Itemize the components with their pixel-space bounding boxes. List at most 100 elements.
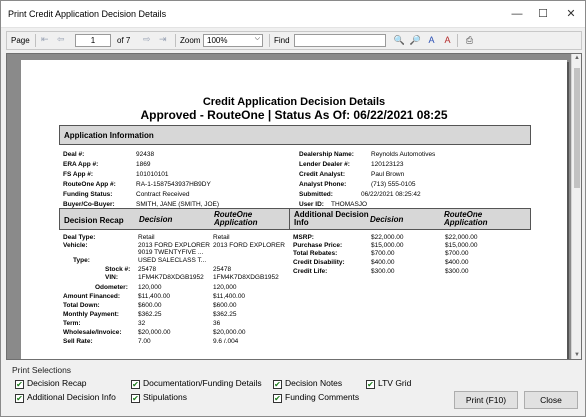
zoom-select[interactable]: 100% ⌵ xyxy=(203,34,263,47)
column-header-routeone: RouteOne Application xyxy=(214,210,258,227)
last-page-icon[interactable]: ⇥ xyxy=(159,34,167,45)
checkbox-label: Decision Notes xyxy=(285,378,343,388)
field-value: Reynolds Automotives xyxy=(371,151,436,158)
addl-routeone-value: $22,000.00 xyxy=(445,234,478,241)
field-label: Dealership Name: xyxy=(299,151,354,158)
recap-decision-value: 120,000 xyxy=(138,284,162,291)
highlight-clear-icon[interactable]: A xyxy=(441,34,454,47)
field-label: Deal #: xyxy=(63,151,85,158)
report-viewer[interactable]: ▲ ▼ Credit Application Decision Details … xyxy=(6,53,582,360)
field-value: 120123123 xyxy=(371,161,404,168)
application-information-header: Application Information xyxy=(59,125,531,145)
field-value: 06/22/2021 08:25:42 xyxy=(361,191,421,198)
print-button[interactable]: Print (F10) xyxy=(454,391,518,409)
recap-decision-value: Retail xyxy=(138,234,155,241)
first-page-icon[interactable]: ⇤ xyxy=(41,34,49,45)
print-option-checkbox[interactable]: ✔ LTV Grid xyxy=(366,378,411,389)
print-option-checkbox[interactable]: ✔ Documentation/Funding Details xyxy=(131,378,262,389)
checkbox-box[interactable]: ✔ xyxy=(15,394,24,403)
print-icon[interactable]: ⎙ xyxy=(463,34,476,47)
addl-routeone-value: $400.00 xyxy=(445,259,469,266)
recap-label: Odometer: xyxy=(95,284,128,291)
print-option-checkbox[interactable]: ✔ Decision Recap xyxy=(15,378,87,389)
checkbox-label: Stipulations xyxy=(143,392,187,402)
field-label: Buyer/Co-Buyer: xyxy=(63,201,115,208)
next-page-icon[interactable]: ⇨ xyxy=(143,34,151,45)
print-option-checkbox[interactable]: ✔ Decision Notes xyxy=(273,378,342,389)
zoom-value: 100% xyxy=(207,36,228,45)
column-header-routeone: RouteOne Application xyxy=(444,210,488,227)
section-title: Additional Decision Info xyxy=(294,210,369,227)
print-option-checkbox[interactable]: ✔ Funding Comments xyxy=(273,392,359,403)
highlight-icon[interactable]: A xyxy=(425,34,438,47)
print-option-checkbox[interactable]: ✔ Stipulations xyxy=(131,392,187,403)
recap-routeone-value: Retail xyxy=(213,234,230,241)
recap-decision-value: 25478 xyxy=(138,266,157,273)
checkbox-box[interactable]: ✔ xyxy=(131,394,140,403)
chevron-down-icon: ⌵ xyxy=(254,35,260,42)
recap-decision-value: $600.00 xyxy=(138,302,162,309)
checkbox-label: Additional Decision Info xyxy=(27,392,116,402)
find-input[interactable] xyxy=(294,34,386,47)
field-value: Contract Received xyxy=(136,191,190,198)
checkbox-label: Funding Comments xyxy=(285,392,360,402)
report-subtitle: Approved - RouteOne | Status As Of: 06/2… xyxy=(140,108,448,122)
addl-decision-value: $300.00 xyxy=(371,268,395,275)
addl-label: Purchase Price: xyxy=(293,242,343,249)
recap-label: VIN: xyxy=(105,274,118,281)
close-button[interactable]: Close xyxy=(524,391,578,409)
checkbox-box[interactable]: ✔ xyxy=(273,380,282,389)
checkbox-box[interactable]: ✔ xyxy=(15,380,24,389)
print-selections-label: Print Selections xyxy=(12,365,72,375)
vertical-scrollbar[interactable]: ▲ ▼ xyxy=(571,54,581,359)
scroll-down-icon[interactable]: ▼ xyxy=(573,352,581,358)
additional-decision-header: Additional Decision Info Decision RouteO… xyxy=(289,208,531,230)
addl-routeone-value: $15,000.00 xyxy=(445,242,478,249)
previous-page-icon[interactable]: ⇦ xyxy=(57,34,65,45)
field-label: Funding Status: xyxy=(63,191,113,198)
scroll-up-icon[interactable]: ▲ xyxy=(573,55,581,61)
recap-routeone-value: $362.25 xyxy=(213,311,237,318)
window-title: Print Credit Application Decision Detail… xyxy=(8,9,167,19)
toolbar-separator xyxy=(175,34,176,47)
recap-decision-value: 9019 TWENTYFIVE ... xyxy=(138,249,204,256)
section-title: Application Information xyxy=(64,131,154,140)
print-option-checkbox[interactable]: ✔ Additional Decision Info xyxy=(15,392,116,403)
scroll-thumb[interactable] xyxy=(574,68,580,188)
addl-label: MSRP: xyxy=(293,234,314,241)
checkbox-label: LTV Grid xyxy=(378,378,412,388)
addl-label: Total Rebates: xyxy=(293,250,338,257)
page-label: Page xyxy=(11,36,30,45)
field-label: FS App #: xyxy=(63,171,94,178)
recap-label: Monthly Payment: xyxy=(63,311,119,318)
title-bar: Print Credit Application Decision Detail… xyxy=(1,1,585,28)
close-window-button[interactable]: ✕ xyxy=(557,5,585,23)
recap-decision-value: 1FM4K7D8XDGB1952 xyxy=(138,274,204,281)
column-header-decision: Decision xyxy=(370,215,404,224)
field-label: Submitted: xyxy=(299,191,333,198)
checkbox-box[interactable]: ✔ xyxy=(131,380,140,389)
checkbox-box[interactable]: ✔ xyxy=(366,380,375,389)
minimize-button[interactable]: — xyxy=(503,5,531,23)
field-value: RA-1-1587543937HB9DY xyxy=(136,181,211,188)
recap-label: Amount Financed: xyxy=(63,293,121,300)
recap-decision-value: $20,000.00 xyxy=(138,329,171,336)
field-label: ERA App #: xyxy=(63,161,99,168)
checkbox-label: Decision Recap xyxy=(27,378,87,388)
recap-decision-value: $362.25 xyxy=(138,311,162,318)
toolbar-separator xyxy=(35,34,36,47)
recap-routeone-value: 120,000 xyxy=(213,284,237,291)
addl-decision-value: $22,000.00 xyxy=(371,234,404,241)
recap-label: Wholesale/Invoice: xyxy=(63,329,122,336)
page-number-input[interactable]: 1 xyxy=(75,34,111,47)
find-next-icon[interactable]: 🔎 xyxy=(409,34,422,47)
field-label: Analyst Phone: xyxy=(299,181,347,188)
recap-label: Sell Rate: xyxy=(63,338,93,345)
recap-routeone-value: $11,400.00 xyxy=(213,293,246,300)
addl-label: Credit Life: xyxy=(293,268,328,275)
find-icon[interactable]: 🔍 xyxy=(393,34,406,47)
print-dialog: Print Credit Application Decision Detail… xyxy=(0,0,586,417)
maximize-button[interactable]: ☐ xyxy=(529,5,557,23)
recap-decision-value: 7.00 xyxy=(138,338,151,345)
checkbox-box[interactable]: ✔ xyxy=(273,394,282,403)
